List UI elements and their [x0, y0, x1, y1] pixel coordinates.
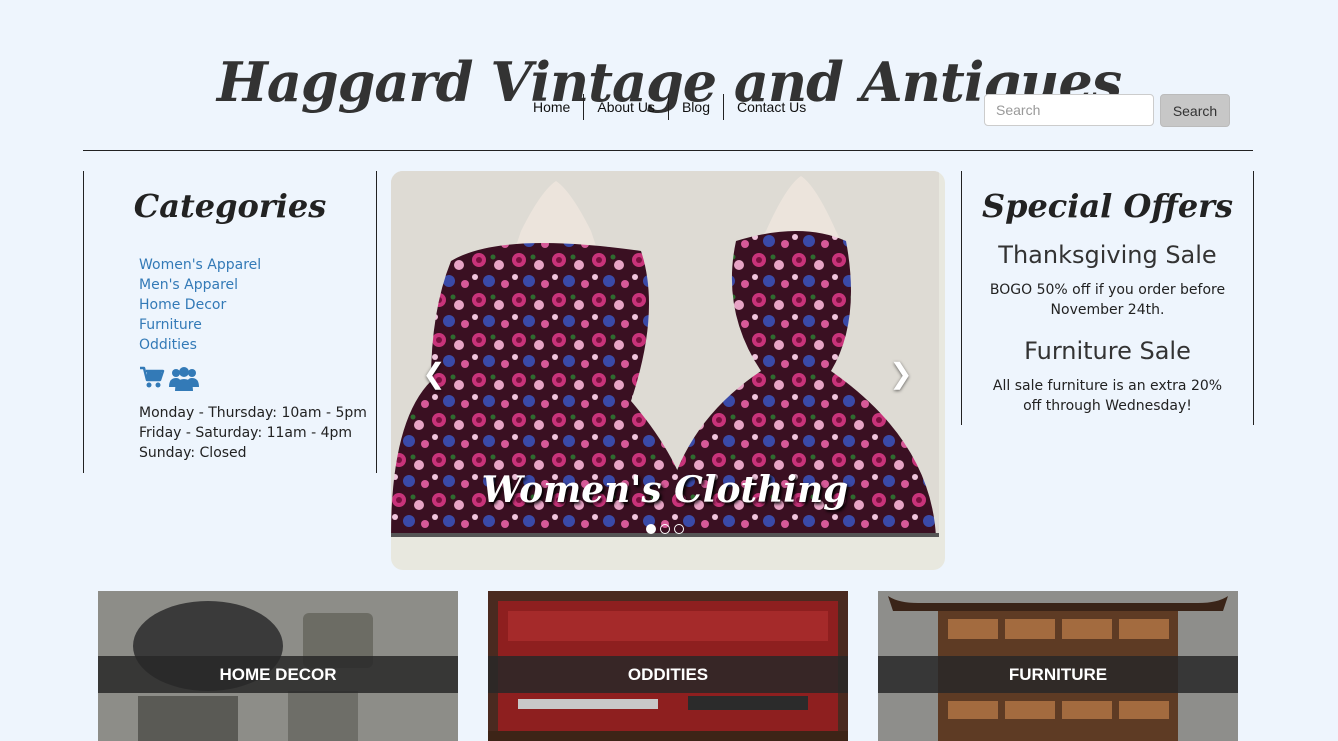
offer-text: BOGO 50% off if you order before Novembe…: [989, 282, 1226, 318]
categories-panel: Categories Women's Apparel Men's Apparel…: [83, 171, 377, 473]
hours-line: Friday - Saturday: 11am - 4pm: [139, 425, 353, 441]
nav-about-us[interactable]: About Us: [583, 94, 668, 120]
carousel-caption: Women's Clothing: [481, 469, 849, 511]
tile-label: FURNITURE: [878, 656, 1238, 693]
category-link-mens-apparel[interactable]: Men's Apparel: [139, 277, 238, 293]
offer-title: Furniture Sale: [1024, 337, 1191, 365]
hours-line: Monday - Thursday: 10am - 5pm: [139, 405, 367, 421]
categories-heading: Categories: [133, 187, 327, 225]
hours-line: Sunday: Closed: [139, 445, 247, 461]
carousel-indicator[interactable]: [646, 524, 656, 534]
list-item: Oddities: [139, 335, 261, 355]
nav-home[interactable]: Home: [520, 94, 583, 120]
tile-label: ODDITIES: [488, 656, 848, 693]
list-item: Furniture: [139, 315, 261, 335]
category-list: Women's Apparel Men's Apparel Home Decor…: [139, 255, 261, 355]
list-item: Women's Apparel: [139, 255, 261, 275]
shopping-cart-icon[interactable]: [139, 365, 165, 396]
header-divider: [83, 150, 1253, 151]
tile-home-decor[interactable]: HOME DECOR: [98, 591, 458, 741]
category-link-womens-apparel[interactable]: Women's Apparel: [139, 257, 261, 273]
users-icon[interactable]: [169, 365, 199, 396]
special-offers-panel: Special Offers Thanksgiving Sale BOGO 50…: [961, 171, 1254, 425]
category-link-home-decor[interactable]: Home Decor: [139, 297, 226, 313]
search-button[interactable]: Search: [1160, 94, 1230, 127]
category-link-furniture[interactable]: Furniture: [139, 317, 202, 333]
category-link-oddities[interactable]: Oddities: [139, 337, 197, 353]
tile-label: HOME DECOR: [98, 656, 458, 693]
carousel-indicator[interactable]: [660, 524, 670, 534]
category-icons: [139, 365, 199, 396]
special-offers-heading: Special Offers: [981, 187, 1234, 225]
nav-blog[interactable]: Blog: [667, 94, 723, 120]
search-input[interactable]: [984, 94, 1154, 126]
offer-text: All sale furniture is an extra 20% off t…: [992, 378, 1223, 414]
list-item: Home Decor: [139, 295, 261, 315]
tile-furniture[interactable]: FURNITURE: [878, 591, 1238, 741]
nav-contact-us[interactable]: Contact Us: [722, 94, 819, 120]
carousel-indicator[interactable]: [674, 524, 684, 534]
chevron-left-icon[interactable]: ❮: [419, 359, 449, 389]
main-nav: Home About Us Blog Contact Us: [520, 94, 819, 120]
store-hours: Monday - Thursday: 10am - 5pm Friday - S…: [139, 403, 367, 463]
list-item: Men's Apparel: [139, 275, 261, 295]
offer-title: Thanksgiving Sale: [998, 241, 1217, 269]
chevron-right-icon[interactable]: ❯: [886, 359, 916, 389]
carousel-indicators: [646, 524, 684, 534]
tile-oddities[interactable]: ODDITIES: [488, 591, 848, 741]
image-carousel[interactable]: Women's Clothing ❮ ❯: [391, 171, 945, 570]
